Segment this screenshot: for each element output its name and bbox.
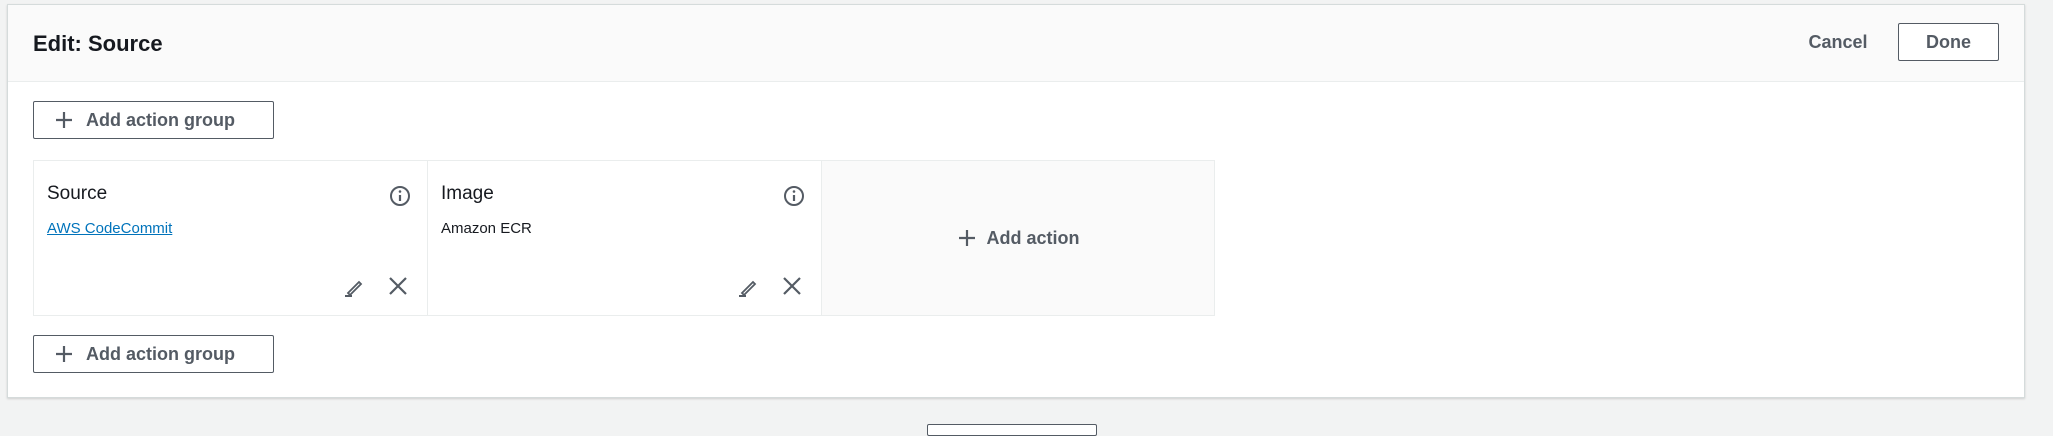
add-action-button[interactable]: Add action (822, 161, 1214, 315)
action-name: Image (441, 183, 494, 204)
add-action-group-button-bottom[interactable]: Add action group (33, 335, 274, 373)
page-title: Edit: Source (33, 31, 163, 56)
pencil-icon[interactable] (736, 275, 760, 299)
edit-stage-panel: Edit: Source Cancel Done Add action grou… (7, 4, 2025, 398)
cancel-button[interactable]: Cancel (1793, 23, 1883, 61)
pencil-icon[interactable] (342, 275, 366, 299)
add-action-group-label: Add action group (86, 109, 235, 130)
action-group: Source AWS CodeCommit Image Amazon ECR A… (33, 160, 1215, 316)
partially-visible-button[interactable] (927, 424, 1097, 436)
info-icon[interactable] (389, 185, 411, 207)
plus-icon (958, 230, 975, 246)
done-button[interactable]: Done (1898, 23, 1999, 61)
action-card-image: Image Amazon ECR (428, 161, 822, 315)
plus-icon (56, 346, 72, 362)
action-name: Source (47, 183, 108, 204)
info-icon[interactable] (783, 185, 805, 207)
action-provider: Amazon ECR (441, 220, 532, 237)
add-action-group-label: Add action group (86, 343, 235, 364)
close-icon[interactable] (781, 275, 803, 297)
add-action-group-button-top[interactable]: Add action group (33, 101, 274, 139)
plus-icon (56, 112, 72, 128)
action-card-source: Source AWS CodeCommit (34, 161, 428, 315)
close-icon[interactable] (387, 275, 409, 297)
action-provider-link[interactable]: AWS CodeCommit (47, 220, 172, 237)
add-action-label: Add action (986, 227, 1080, 248)
panel-header: Edit: Source Cancel Done (8, 5, 2024, 82)
